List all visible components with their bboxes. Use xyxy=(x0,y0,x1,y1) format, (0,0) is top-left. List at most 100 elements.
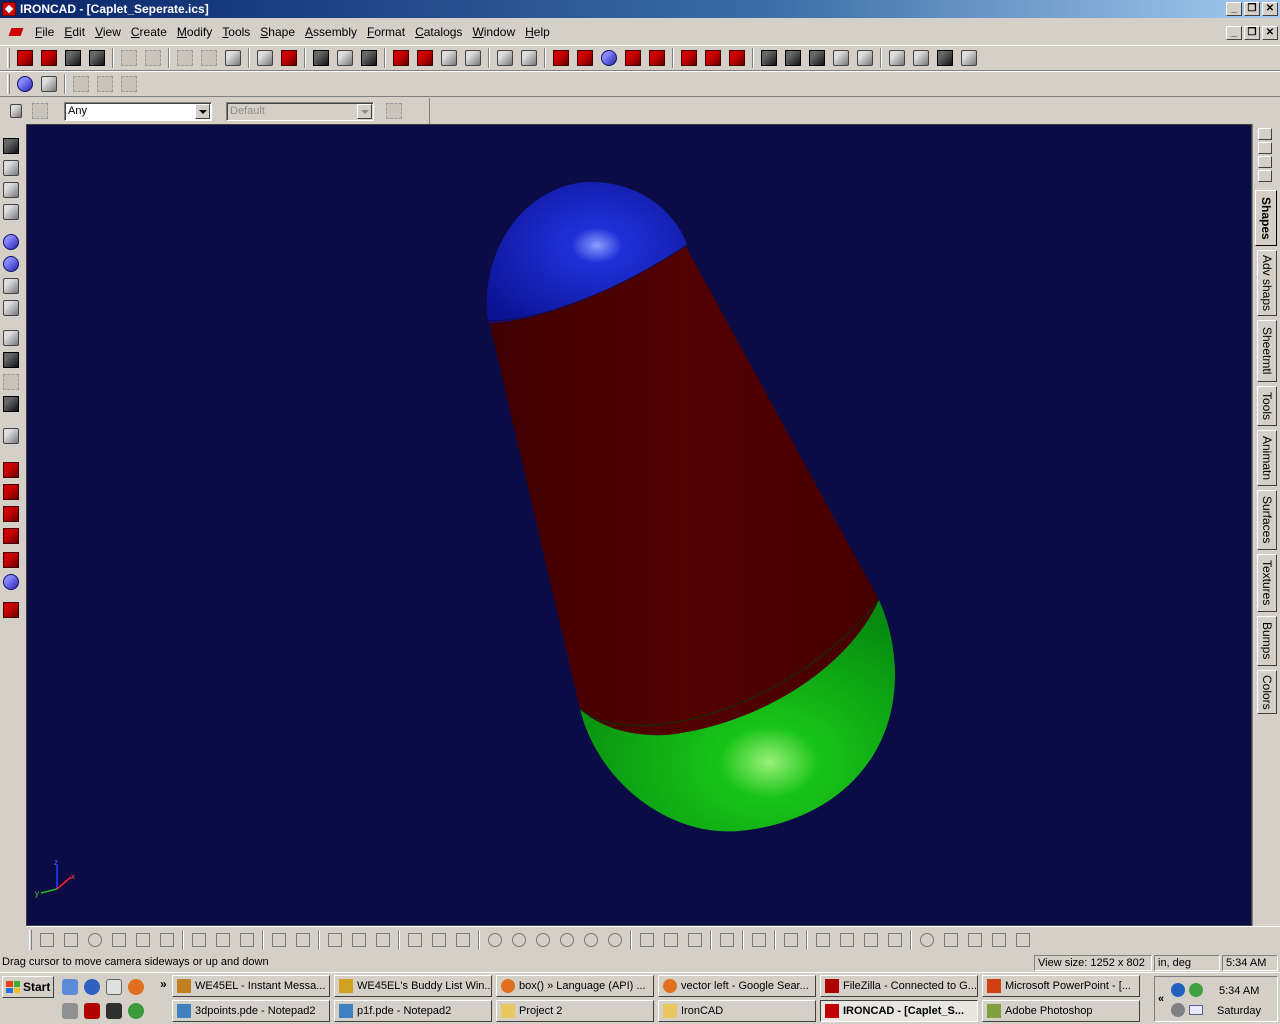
sketch-tool-12[interactable] xyxy=(347,929,371,951)
select-arrow-button[interactable] xyxy=(4,100,28,122)
circle-tool-2[interactable] xyxy=(507,929,531,951)
tray-app-icon[interactable] xyxy=(1189,983,1203,997)
constraint-tool-2[interactable] xyxy=(835,929,859,951)
outlook-icon[interactable] xyxy=(106,979,122,995)
menu-shape[interactable]: Shape xyxy=(255,25,300,39)
paste-button[interactable] xyxy=(221,47,245,69)
tool-button-6[interactable] xyxy=(437,47,461,69)
network-icon[interactable] xyxy=(1171,983,1185,997)
menu-file[interactable]: File xyxy=(30,25,59,39)
tool-button-12[interactable] xyxy=(597,47,621,69)
redo-button[interactable] xyxy=(141,47,165,69)
sketch-button-4[interactable] xyxy=(3,528,21,546)
task-buddy-list[interactable]: WE45EL's Buddy List Win... xyxy=(334,975,492,997)
menu-edit[interactable]: Edit xyxy=(59,25,90,39)
restore-button[interactable]: ❐ xyxy=(1244,2,1260,16)
camera-button-4[interactable] xyxy=(3,396,21,414)
scene-canvas[interactable]: z y x xyxy=(27,125,1252,926)
sphere-button[interactable] xyxy=(3,574,21,592)
sketch-tool-14[interactable] xyxy=(403,929,427,951)
tab-surfaces[interactable]: Surfaces xyxy=(1257,490,1277,550)
3d-viewport[interactable]: z y x xyxy=(26,124,1252,926)
toolbar-grip[interactable] xyxy=(29,929,32,950)
menu-view[interactable]: View xyxy=(90,25,126,39)
internet-explorer-icon[interactable] xyxy=(84,979,100,995)
zoom-window-button[interactable] xyxy=(3,256,21,274)
sketch-tool-9[interactable] xyxy=(235,929,259,951)
sketch-tool-5[interactable] xyxy=(131,929,155,951)
tool-button-4[interactable] xyxy=(389,47,413,69)
close-button[interactable]: ✕ xyxy=(1262,2,1278,16)
sketch-tool-15[interactable] xyxy=(427,929,451,951)
menu-format[interactable]: Format xyxy=(362,25,410,39)
constraint-tool-3[interactable] xyxy=(859,929,883,951)
quicklaunch-app-icon[interactable] xyxy=(128,1003,144,1019)
menu-assembly[interactable]: Assembly xyxy=(300,25,362,39)
menu-help[interactable]: Help xyxy=(520,25,555,39)
cut-button[interactable] xyxy=(173,47,197,69)
doc-close-button[interactable]: ✕ xyxy=(1262,26,1278,40)
sketch-button-2[interactable] xyxy=(3,484,21,502)
tab-animatn[interactable]: Animatn xyxy=(1257,430,1277,486)
arc-tool-1[interactable] xyxy=(635,929,659,951)
help-button[interactable] xyxy=(277,47,301,69)
sketch-tool-7[interactable] xyxy=(187,929,211,951)
open-button[interactable] xyxy=(61,47,85,69)
tool-button-17[interactable] xyxy=(725,47,749,69)
hierarchy-button[interactable] xyxy=(382,100,406,122)
toolbar-grip[interactable] xyxy=(7,74,10,94)
tool-button-11[interactable] xyxy=(573,47,597,69)
tool-button-10[interactable] xyxy=(549,47,573,69)
tab-adv-shaps[interactable]: Adv shaps xyxy=(1257,250,1277,316)
quicklaunch-app-icon[interactable] xyxy=(62,1003,78,1019)
spline-tool[interactable] xyxy=(715,929,739,951)
tool-button-16[interactable] xyxy=(701,47,725,69)
menu-tools[interactable]: Tools xyxy=(217,25,255,39)
title-bar[interactable]: IRONCAD - [Caplet_Seperate.ics] _ ❐ ✕ xyxy=(0,0,1280,18)
circle-tool-6[interactable] xyxy=(603,929,627,951)
render-button-3[interactable] xyxy=(117,73,141,95)
scroll-first-button[interactable] xyxy=(1258,128,1272,140)
sketch-button-3[interactable] xyxy=(3,506,21,524)
fillet-tool[interactable] xyxy=(747,929,771,951)
tool-button-18[interactable] xyxy=(757,47,781,69)
tool-button-25[interactable] xyxy=(933,47,957,69)
task-project-2[interactable]: Project 2 xyxy=(496,1000,654,1022)
task-box-language[interactable]: box() » Language (API) ... xyxy=(496,975,654,997)
filezilla-icon[interactable] xyxy=(84,1003,100,1019)
tool-button-13[interactable] xyxy=(621,47,645,69)
show-desktop-icon[interactable] xyxy=(62,979,78,995)
task-filezilla[interactable]: FileZilla - Connected to G... xyxy=(820,975,978,997)
undo-button[interactable] xyxy=(117,47,141,69)
ironcad-app-icon[interactable] xyxy=(2,2,16,16)
paint-button[interactable] xyxy=(37,73,61,95)
scroll-last-button[interactable] xyxy=(1258,170,1272,182)
zoom-button[interactable] xyxy=(3,234,21,252)
camera-button-1[interactable] xyxy=(3,330,21,348)
circle-tool-5[interactable] xyxy=(579,929,603,951)
tool-button-1[interactable] xyxy=(309,47,333,69)
sketch-tool-1[interactable] xyxy=(35,929,59,951)
task-instant-message[interactable]: WE45EL - Instant Messa... xyxy=(172,975,330,997)
tool-button-3[interactable] xyxy=(357,47,381,69)
dolly-camera-button[interactable] xyxy=(3,182,21,200)
find-button[interactable] xyxy=(253,47,277,69)
minimize-button[interactable]: _ xyxy=(1226,2,1242,16)
task-ironcad-folder[interactable]: IronCAD xyxy=(658,1000,816,1022)
tool-button-23[interactable] xyxy=(885,47,909,69)
camera-button-2[interactable] xyxy=(3,352,21,370)
text-tool-button[interactable] xyxy=(3,602,21,620)
tool-button-22[interactable] xyxy=(853,47,877,69)
selection-filter-combo[interactable]: Any xyxy=(64,102,212,121)
tray-expand-chevron[interactable]: « xyxy=(1158,993,1164,1005)
new-template-button[interactable] xyxy=(37,47,61,69)
sketch-tool-3[interactable] xyxy=(83,929,107,951)
tool-button-2[interactable] xyxy=(333,47,357,69)
tab-shapes[interactable]: Shapes xyxy=(1255,190,1277,246)
menu-catalogs[interactable]: Catalogs xyxy=(410,25,467,39)
constraint-tool-6[interactable] xyxy=(939,929,963,951)
task-notepad-p1f[interactable]: p1f.pde - Notepad2 xyxy=(334,1000,492,1022)
orbit-camera-button[interactable] xyxy=(3,160,21,178)
constraint-tool-8[interactable] xyxy=(987,929,1011,951)
menu-modify[interactable]: Modify xyxy=(172,25,217,39)
